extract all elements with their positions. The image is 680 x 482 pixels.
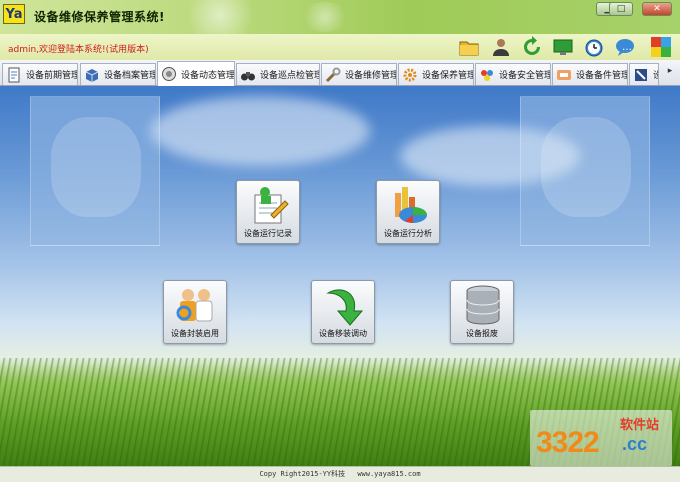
svg-text:…: …: [622, 42, 632, 53]
maximize-button[interactable]: □: [609, 2, 633, 16]
binoculars-icon: [240, 67, 256, 83]
tab-scroll-right-icon[interactable]: ▸: [661, 66, 679, 82]
tab-label: 设备保养管理: [422, 71, 474, 81]
tile-scrap[interactable]: 设备报废: [450, 280, 514, 344]
tab-label: 设备维修管理: [345, 71, 397, 81]
maximize-icon: □: [616, 4, 626, 14]
welcome-message: admin,欢迎登陆本系统!(试用版本): [8, 45, 149, 55]
tab-inspection-management[interactable]: 设备巡点检管理: [236, 63, 320, 85]
background-card-left: [30, 96, 160, 246]
footer: Copy Right2015-YY科技 www.yaya815.com: [0, 466, 680, 482]
tab-label: 设备档案管理: [104, 71, 156, 81]
help-icon[interactable]: …: [614, 36, 636, 58]
parts-icon: [556, 67, 572, 83]
tab-dynamic-management[interactable]: 设备动态管理: [157, 61, 235, 86]
tile-relocation-transfer[interactable]: 设备移装调动: [311, 280, 375, 344]
tile-run-analysis[interactable]: 设备运行分析: [376, 180, 440, 244]
record-icon: [247, 183, 291, 227]
close-icon: ✕: [653, 4, 661, 14]
tile-label: 设备运行记录: [244, 229, 292, 238]
tile-seal-enable[interactable]: 设备封装启用: [163, 280, 227, 344]
box-icon: [84, 67, 100, 83]
tab-label: 设备前期管理: [26, 71, 78, 81]
tab-label: 设备巡点检管理: [260, 71, 320, 81]
info-toolbar-row: admin,欢迎登陆本系统!(试用版本) …: [0, 34, 680, 60]
database-icon: [461, 283, 505, 327]
dial-icon: [161, 66, 177, 82]
watermark-site: 软件站: [620, 418, 660, 433]
document-icon: [6, 67, 22, 83]
tab-more[interactable]: 设: [629, 63, 659, 85]
tile-run-record[interactable]: 设备运行记录: [236, 180, 300, 244]
cloud-decoration: [150, 96, 370, 166]
app-logo: Ya: [3, 4, 25, 24]
tab-label: 设: [653, 68, 658, 81]
tile-label: 设备运行分析: [384, 229, 432, 238]
shield-icon: [479, 67, 495, 83]
workers-icon: [174, 283, 218, 327]
tab-maintenance-management[interactable]: 设备保养管理: [398, 63, 474, 85]
more-icon: [633, 67, 649, 83]
clock-icon[interactable]: [583, 36, 605, 58]
tab-archive-management[interactable]: 设备档案管理: [80, 63, 156, 85]
tile-label: 设备封装启用: [171, 329, 219, 338]
monitor-icon[interactable]: [552, 36, 574, 58]
tab-spare-parts-management[interactable]: 设备备件管理: [552, 63, 628, 85]
tab-label: 设备安全管理: [499, 71, 551, 81]
tab-label: 设备动态管理: [181, 70, 235, 81]
pie-chart-icon: [387, 183, 431, 227]
green-arrow-icon: [322, 283, 366, 327]
background-card-right: [520, 96, 650, 246]
user-icon[interactable]: [490, 36, 512, 58]
watermark-logo: 3322 软件站 .cc: [530, 410, 672, 466]
main-workspace: 设备运行记录 设备运行分析 设备封装启用 设备移装调动 设备报废 3322 软件…: [0, 86, 680, 482]
refresh-icon[interactable]: [521, 36, 543, 58]
tile-label: 设备报废: [466, 329, 498, 338]
tab-label: 设备备件管理: [576, 71, 628, 81]
wrench-icon: [325, 67, 341, 83]
app-title: 设备维修保养管理系统!: [34, 10, 165, 24]
footer-copyright: Copy Right2015-YY科技: [259, 470, 346, 478]
tab-repair-management[interactable]: 设备维修管理: [321, 63, 397, 85]
tile-label: 设备移装调动: [319, 329, 367, 338]
watermark-suffix: .cc: [622, 434, 648, 454]
gear-icon: [402, 67, 418, 83]
footer-website[interactable]: www.yaya815.com: [357, 470, 420, 478]
module-tabs: 设备前期管理 设备档案管理 设备动态管理 设备巡点检管理 设备维修管理 设备保养…: [0, 60, 680, 86]
folder-icon[interactable]: [458, 36, 480, 58]
title-bar: Ya 设备维修保养管理系统! ▁ □ ✕: [0, 0, 680, 34]
close-button[interactable]: ✕: [642, 2, 672, 16]
tab-pre-management[interactable]: 设备前期管理: [2, 63, 78, 85]
tab-safety-management[interactable]: 设备安全管理: [475, 63, 551, 85]
watermark-number: 3322: [536, 426, 600, 459]
color-palette-icon[interactable]: [650, 36, 672, 58]
